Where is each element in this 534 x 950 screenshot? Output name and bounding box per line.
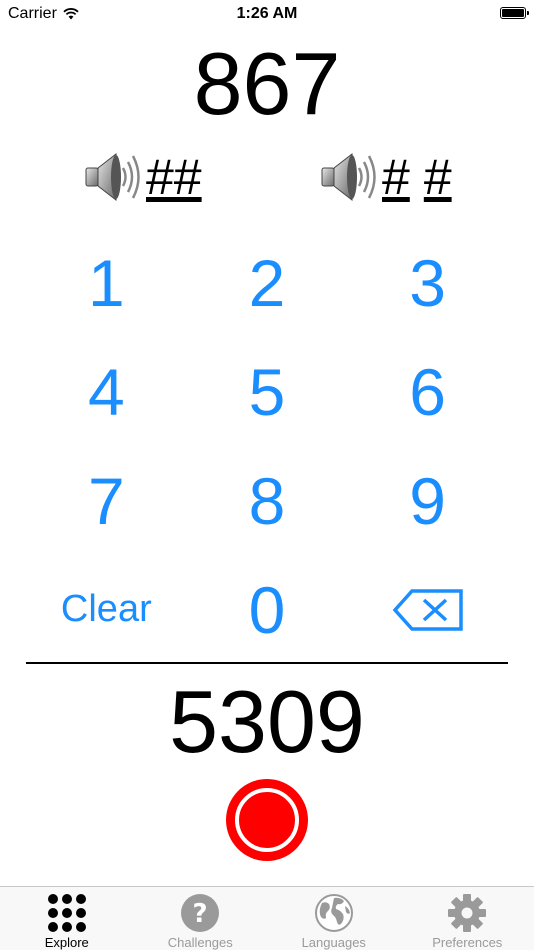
key-8[interactable]: 8 [187,446,348,555]
key-9[interactable]: 9 [347,446,508,555]
tab-bar: Explore ? Challenges Languages Preferenc… [0,886,534,950]
record-icon [235,788,299,852]
svg-text:?: ? [193,899,208,929]
key-0[interactable]: 0 [187,555,348,664]
speaker-icon[interactable] [82,146,144,208]
pattern-right-symbol-a: # [382,149,410,205]
pattern-right[interactable]: # # [318,146,452,208]
question-icon: ? [179,893,221,933]
record-button[interactable] [226,779,308,861]
status-time: 1:26 AM [236,5,298,22]
tab-explore-label: Explore [44,935,89,950]
key-6[interactable]: 6 [347,337,508,446]
grid-dots-icon [46,893,88,933]
divider-line [26,662,508,664]
status-bar: Carrier 1:26 AM [0,0,534,28]
keypad: 1 2 3 4 5 6 7 8 9 Clear 0 [26,228,508,664]
key-7[interactable]: 7 [26,446,187,555]
tab-languages-label: Languages [301,935,366,950]
tab-preferences-label: Preferences [432,935,503,950]
key-4[interactable]: 4 [26,337,187,446]
globe-icon [313,893,355,933]
pattern-left-text: ## [146,148,202,206]
gear-icon [446,893,488,933]
tab-explore[interactable]: Explore [0,887,134,950]
key-3[interactable]: 3 [347,228,508,337]
pattern-left-symbols: ## [146,149,202,205]
backspace-icon [392,588,463,631]
pattern-right-text: # # [382,148,452,206]
key-2[interactable]: 2 [187,228,348,337]
key-1[interactable]: 1 [26,228,187,337]
tab-preferences[interactable]: Preferences [401,887,534,950]
sound-patterns: ## # # [0,146,534,216]
tab-challenges[interactable]: ? Challenges [134,887,268,950]
speaker-icon[interactable] [318,146,380,208]
target-number: 867 [193,34,341,133]
pattern-left[interactable]: ## [82,146,202,208]
entered-number: 5309 [169,672,365,771]
backspace-button[interactable] [347,555,508,664]
tab-languages[interactable]: Languages [267,887,401,950]
clear-button[interactable]: Clear [26,555,187,664]
key-5[interactable]: 5 [187,337,348,446]
tab-challenges-label: Challenges [167,935,233,950]
pattern-right-symbol-b: # [423,149,452,205]
battery-icon [500,7,529,19]
